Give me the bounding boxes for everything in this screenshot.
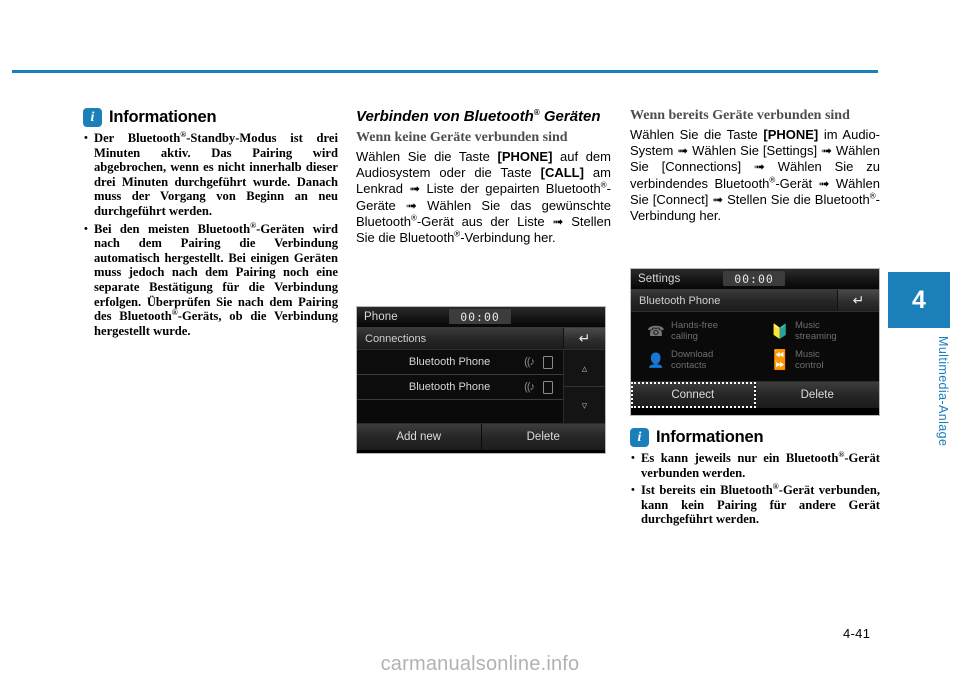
headunit-clock: 00:00 — [449, 309, 511, 324]
table-row-empty — [357, 400, 563, 423]
chapter-tab-number: 4 — [888, 272, 950, 328]
back-arrow-icon[interactable]: ↵ — [564, 328, 605, 349]
headunit-subbar: Bluetooth Phone ↵ — [631, 290, 879, 312]
headunit-title: Settings — [638, 273, 681, 285]
music-streaming-icon: 🔰 — [771, 323, 789, 339]
chevron-down-icon[interactable]: ▿ — [564, 387, 605, 423]
headunit-clock: 00:00 — [723, 271, 785, 286]
sub-section-title: Wenn keine Geräte verbunden sind — [356, 130, 568, 145]
info-box-list-right: Es kann jeweils nur ein Bluetooth®-Gerät… — [630, 450, 880, 527]
bt-audio-icon: ((♪ — [524, 381, 535, 393]
list-item: Es kann jeweils nur ein Bluetooth®-Gerät… — [630, 450, 880, 480]
add-new-button[interactable]: Add new — [357, 424, 482, 450]
phone-icon — [543, 355, 553, 369]
feature-label: Hands-free calling — [671, 320, 718, 342]
row-icons: ((♪ — [524, 380, 563, 394]
row-icons: ((♪ — [524, 355, 563, 369]
headunit-footer: Add new Delete — [357, 423, 605, 450]
info-icon: i — [630, 428, 649, 447]
headunit-title: Phone — [364, 311, 398, 323]
body-paragraph: Wählen Sie die Taste [PHONE] auf dem Aud… — [356, 149, 611, 246]
feature-label: Download contacts — [671, 349, 714, 371]
headunit-screenshot-connections: Phone 00:00 Connections ↵ Bluetooth Phon… — [356, 306, 606, 454]
headunit-subtitle: Connections — [357, 328, 564, 349]
page-number: 4-41 — [843, 626, 871, 641]
headunit-titlebar: Phone 00:00 — [357, 307, 605, 328]
headunit-subbar: Connections ↵ — [357, 328, 605, 350]
list-item: Der Bluetooth®-Standby-Modus ist drei Mi… — [83, 130, 338, 219]
table-row[interactable]: Bluetooth Phone ((♪ — [357, 350, 563, 375]
bt-audio-icon: ((♪ — [524, 356, 535, 368]
headunit-body: ☎ Hands-free calling 🔰 Music streaming 👤 — [631, 312, 879, 381]
table-row[interactable]: Bluetooth Phone ((♪ — [357, 375, 563, 400]
list-item: Ist bereits ein Bluetooth®-Gerät verbund… — [630, 483, 880, 527]
device-list: Bluetooth Phone ((♪ Bluetooth Phone ((♪ — [357, 350, 563, 423]
column-middle: Verbinden von Bluetooth® Geräten Wenn ke… — [356, 108, 611, 246]
device-name: Bluetooth Phone — [408, 356, 491, 368]
info-box-list-left: Der Bluetooth®-Standby-Modus ist drei Mi… — [83, 130, 338, 339]
column-right: Wenn bereits Geräte verbunden sind Wähle… — [630, 108, 880, 224]
delete-button[interactable]: Delete — [755, 382, 879, 408]
feature-label: Music streaming — [795, 320, 837, 342]
manual-page: i Informationen Der Bluetooth®-Standby-M… — [0, 0, 960, 689]
download-contacts-icon: 👤 — [647, 352, 665, 368]
sub-section-title: Wenn bereits Geräte verbunden sind — [630, 108, 850, 123]
music-control-icon: ⏪ ⏩ — [773, 349, 787, 371]
feature-grid: ☎ Hands-free calling 🔰 Music streaming 👤 — [631, 317, 879, 375]
info-box-right: i Informationen Es kann jeweils nur ein … — [630, 428, 880, 530]
info-box-header-right: i Informationen — [630, 428, 880, 447]
headunit-titlebar: Settings 00:00 — [631, 269, 879, 290]
chevron-up-icon[interactable]: ▵ — [564, 350, 605, 387]
feature-download-contacts: 👤 Download contacts — [631, 346, 755, 375]
headunit-body: Bluetooth Phone ((♪ Bluetooth Phone ((♪ — [357, 350, 605, 423]
list-item: Bei den meisten Bluetooth®-Geräten wird … — [83, 221, 338, 339]
device-name: Bluetooth Phone — [408, 381, 491, 393]
feature-handsfree-calling: ☎ Hands-free calling — [631, 317, 755, 346]
info-box-header-left: i Informationen — [83, 108, 338, 127]
feature-label: Music control — [795, 349, 824, 371]
body-paragraph: Wählen Sie die Taste [PHONE] im Audio-Sy… — [630, 127, 880, 224]
headunit-footer: Connect Delete — [631, 381, 879, 408]
phone-icon — [543, 380, 553, 394]
handsfree-calling-icon: ☎ — [647, 323, 665, 339]
scrollbar[interactable]: ▵ ▿ — [563, 350, 605, 423]
info-box-title: Informationen — [656, 428, 764, 446]
back-arrow-icon[interactable]: ↵ — [838, 290, 879, 311]
connect-button[interactable]: Connect — [631, 382, 756, 408]
headunit-screenshot-settings: Settings 00:00 Bluetooth Phone ↵ ☎ Hands… — [630, 268, 880, 416]
info-icon: i — [83, 108, 102, 127]
info-box-title: Informationen — [109, 108, 217, 126]
header-rule — [12, 70, 878, 73]
chapter-tab-label: Multimedia-Anlage — [936, 336, 950, 447]
feature-music-streaming: 🔰 Music streaming — [755, 317, 879, 346]
column-left: i Informationen Der Bluetooth®-Standby-M… — [83, 108, 338, 341]
section-title: Verbinden von Bluetooth® Geräten — [356, 108, 601, 125]
feature-music-control: ⏪ ⏩ Music control — [755, 346, 879, 375]
watermark: carmanualsonline.info — [380, 653, 580, 675]
headunit-subtitle: Bluetooth Phone — [631, 290, 838, 311]
delete-button[interactable]: Delete — [481, 424, 605, 450]
